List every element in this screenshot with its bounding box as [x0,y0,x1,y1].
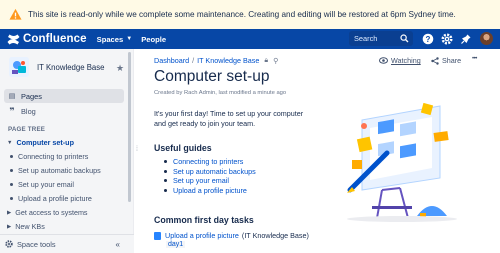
tree-item-computer-setup[interactable]: ▼ Computer set-up [7,138,74,147]
notifications-icon[interactable] [460,33,472,45]
list-item[interactable]: Connecting to printers [164,157,256,167]
tree-item-automatic-backups[interactable]: Set up automatic backups [10,166,101,175]
confluence-icon [7,34,20,44]
eye-icon [379,57,388,64]
sidebar-item-label: Blog [21,106,36,116]
space-tools[interactable]: Space tools « [0,234,134,253]
space-header[interactable]: IT Knowledge Base [9,57,104,77]
space-logo-art [9,57,29,77]
bullet-icon [10,155,13,158]
label-tag[interactable]: day1 [166,241,186,248]
expand-icon[interactable]: ▼ [7,140,12,146]
breadcrumb-space[interactable]: IT Knowledge Base [197,56,259,65]
page-title: Computer set-up [154,68,270,85]
spaces-menu[interactable]: Spaces ▼ [97,35,133,44]
bullet-icon [164,160,167,164]
spaces-label: Spaces [96,34,124,44]
chevron-right-icon[interactable]: ▶ [7,210,11,216]
chevron-down-icon: ▼ [126,36,133,42]
search-input[interactable]: Search [349,31,413,46]
banner-text: This site is read-only while we complete… [28,10,456,19]
sidebar-scrollbar[interactable] [128,52,131,202]
top-nav: Confluence Spaces ▼ People Search ? [0,29,500,49]
search-placeholder: Search [354,34,378,43]
tree-item-label: Upload a profile picture [18,194,92,203]
share-label: Share [442,56,462,65]
space-tools-label: Space tools [17,239,56,249]
maintenance-banner: This site is read-only while we complete… [0,0,500,29]
list-item[interactable]: Upload a profile picture [164,186,256,196]
tree-item-get-access[interactable]: ▶ Get access to systems [7,208,88,217]
share-button[interactable]: Share [431,56,461,65]
confluence-logo[interactable]: Confluence [7,33,87,45]
guide-link[interactable]: Set up your email [173,176,229,185]
page-restrictions-icon[interactable]: 🔒︎ [264,57,268,65]
people-link[interactable]: People [141,35,166,44]
quote-icon: ❞ [9,105,15,116]
useful-guides-heading: Useful guides [154,143,212,153]
guides-list: Connecting to printers Set up automatic … [164,157,256,195]
task-space: (IT Knowledge Base) [241,231,309,240]
guide-link[interactable]: Set up automatic backups [173,167,256,176]
sidebar-item-label: Pages [21,91,42,101]
warning-icon [9,8,22,20]
bullet-icon [10,169,13,172]
more-actions-button[interactable]: ••• [472,56,477,62]
star-icon[interactable]: ★ [116,63,124,74]
common-tasks-heading: Common first day tasks [154,215,254,225]
sidebar: IT Knowledge Base ★ ▤ Pages ❞ Blog PAGE … [0,49,134,253]
tree-item-label: Set up automatic backups [18,166,101,175]
collapse-sidebar-icon[interactable]: « [116,240,120,249]
breadcrumb-dashboard[interactable]: Dashboard [154,56,189,65]
watch-button[interactable]: Watching [379,56,421,65]
page-tree-label: PAGE TREE [8,126,46,133]
tree-item-new-kbs[interactable]: ▶ New KBs [7,222,45,231]
sidebar-item-pages[interactable]: ▤ Pages [4,89,124,103]
intro-text: It's your first day! Time to set up your… [154,109,304,128]
desk-illustration [347,102,457,222]
guide-link[interactable]: Connecting to printers [173,157,243,166]
page-icon [154,231,161,240]
list-item[interactable]: Set up automatic backups [164,167,256,177]
breadcrumb: Dashboard / IT Knowledge Base 🔒︎ ⚲ [154,56,278,65]
bullet-icon [10,197,13,200]
tree-item-profile-picture[interactable]: Upload a profile picture [10,194,92,203]
settings-icon[interactable] [441,33,453,45]
space-name: IT Knowledge Base [37,62,105,72]
guide-link[interactable]: Upload a profile picture [173,186,247,195]
pages-icon: ▤ [8,93,16,100]
sidebar-item-blog[interactable]: ❞ Blog [4,104,124,118]
tree-item-label: Connecting to printers [18,152,89,161]
task-link[interactable]: Upload a profile picture [165,231,239,240]
search-icon [400,34,409,43]
page-byline: Created by Rach Admin, last modified a m… [154,90,287,96]
breadcrumb-separator: / [192,56,195,65]
chevron-right-icon[interactable]: ▶ [7,224,11,230]
gear-icon [5,240,13,248]
tree-item-connecting-to-printers[interactable]: Connecting to printers [10,152,88,161]
user-avatar[interactable] [480,32,493,45]
brand-name: Confluence [23,33,87,45]
people-label: People [141,34,167,44]
bullet-icon [164,188,167,192]
space-logo [9,57,29,77]
tree-item-label: Set up your email [18,180,74,189]
svg-text:?: ? [426,35,431,44]
bullet-icon [10,183,13,186]
task-row: Upload a profile picture (IT Knowledge B… [154,231,309,240]
tree-item-label: Get access to systems [15,208,88,217]
more-icon: ••• [472,56,477,62]
bullet-icon [164,179,167,183]
resize-handle-icon[interactable]: ⁞ [136,146,138,153]
share-icon [431,56,439,65]
attachment-icon[interactable]: ⚲ [273,57,278,65]
tree-item-set-up-email[interactable]: Set up your email [10,180,74,189]
list-item[interactable]: Set up your email [164,176,256,186]
bullet-icon [164,169,167,173]
tree-item-label: New KBs [15,222,45,231]
watching-label: Watching [391,56,421,65]
help-icon[interactable]: ? [422,33,434,45]
tree-item-label: Computer set-up [16,138,74,147]
